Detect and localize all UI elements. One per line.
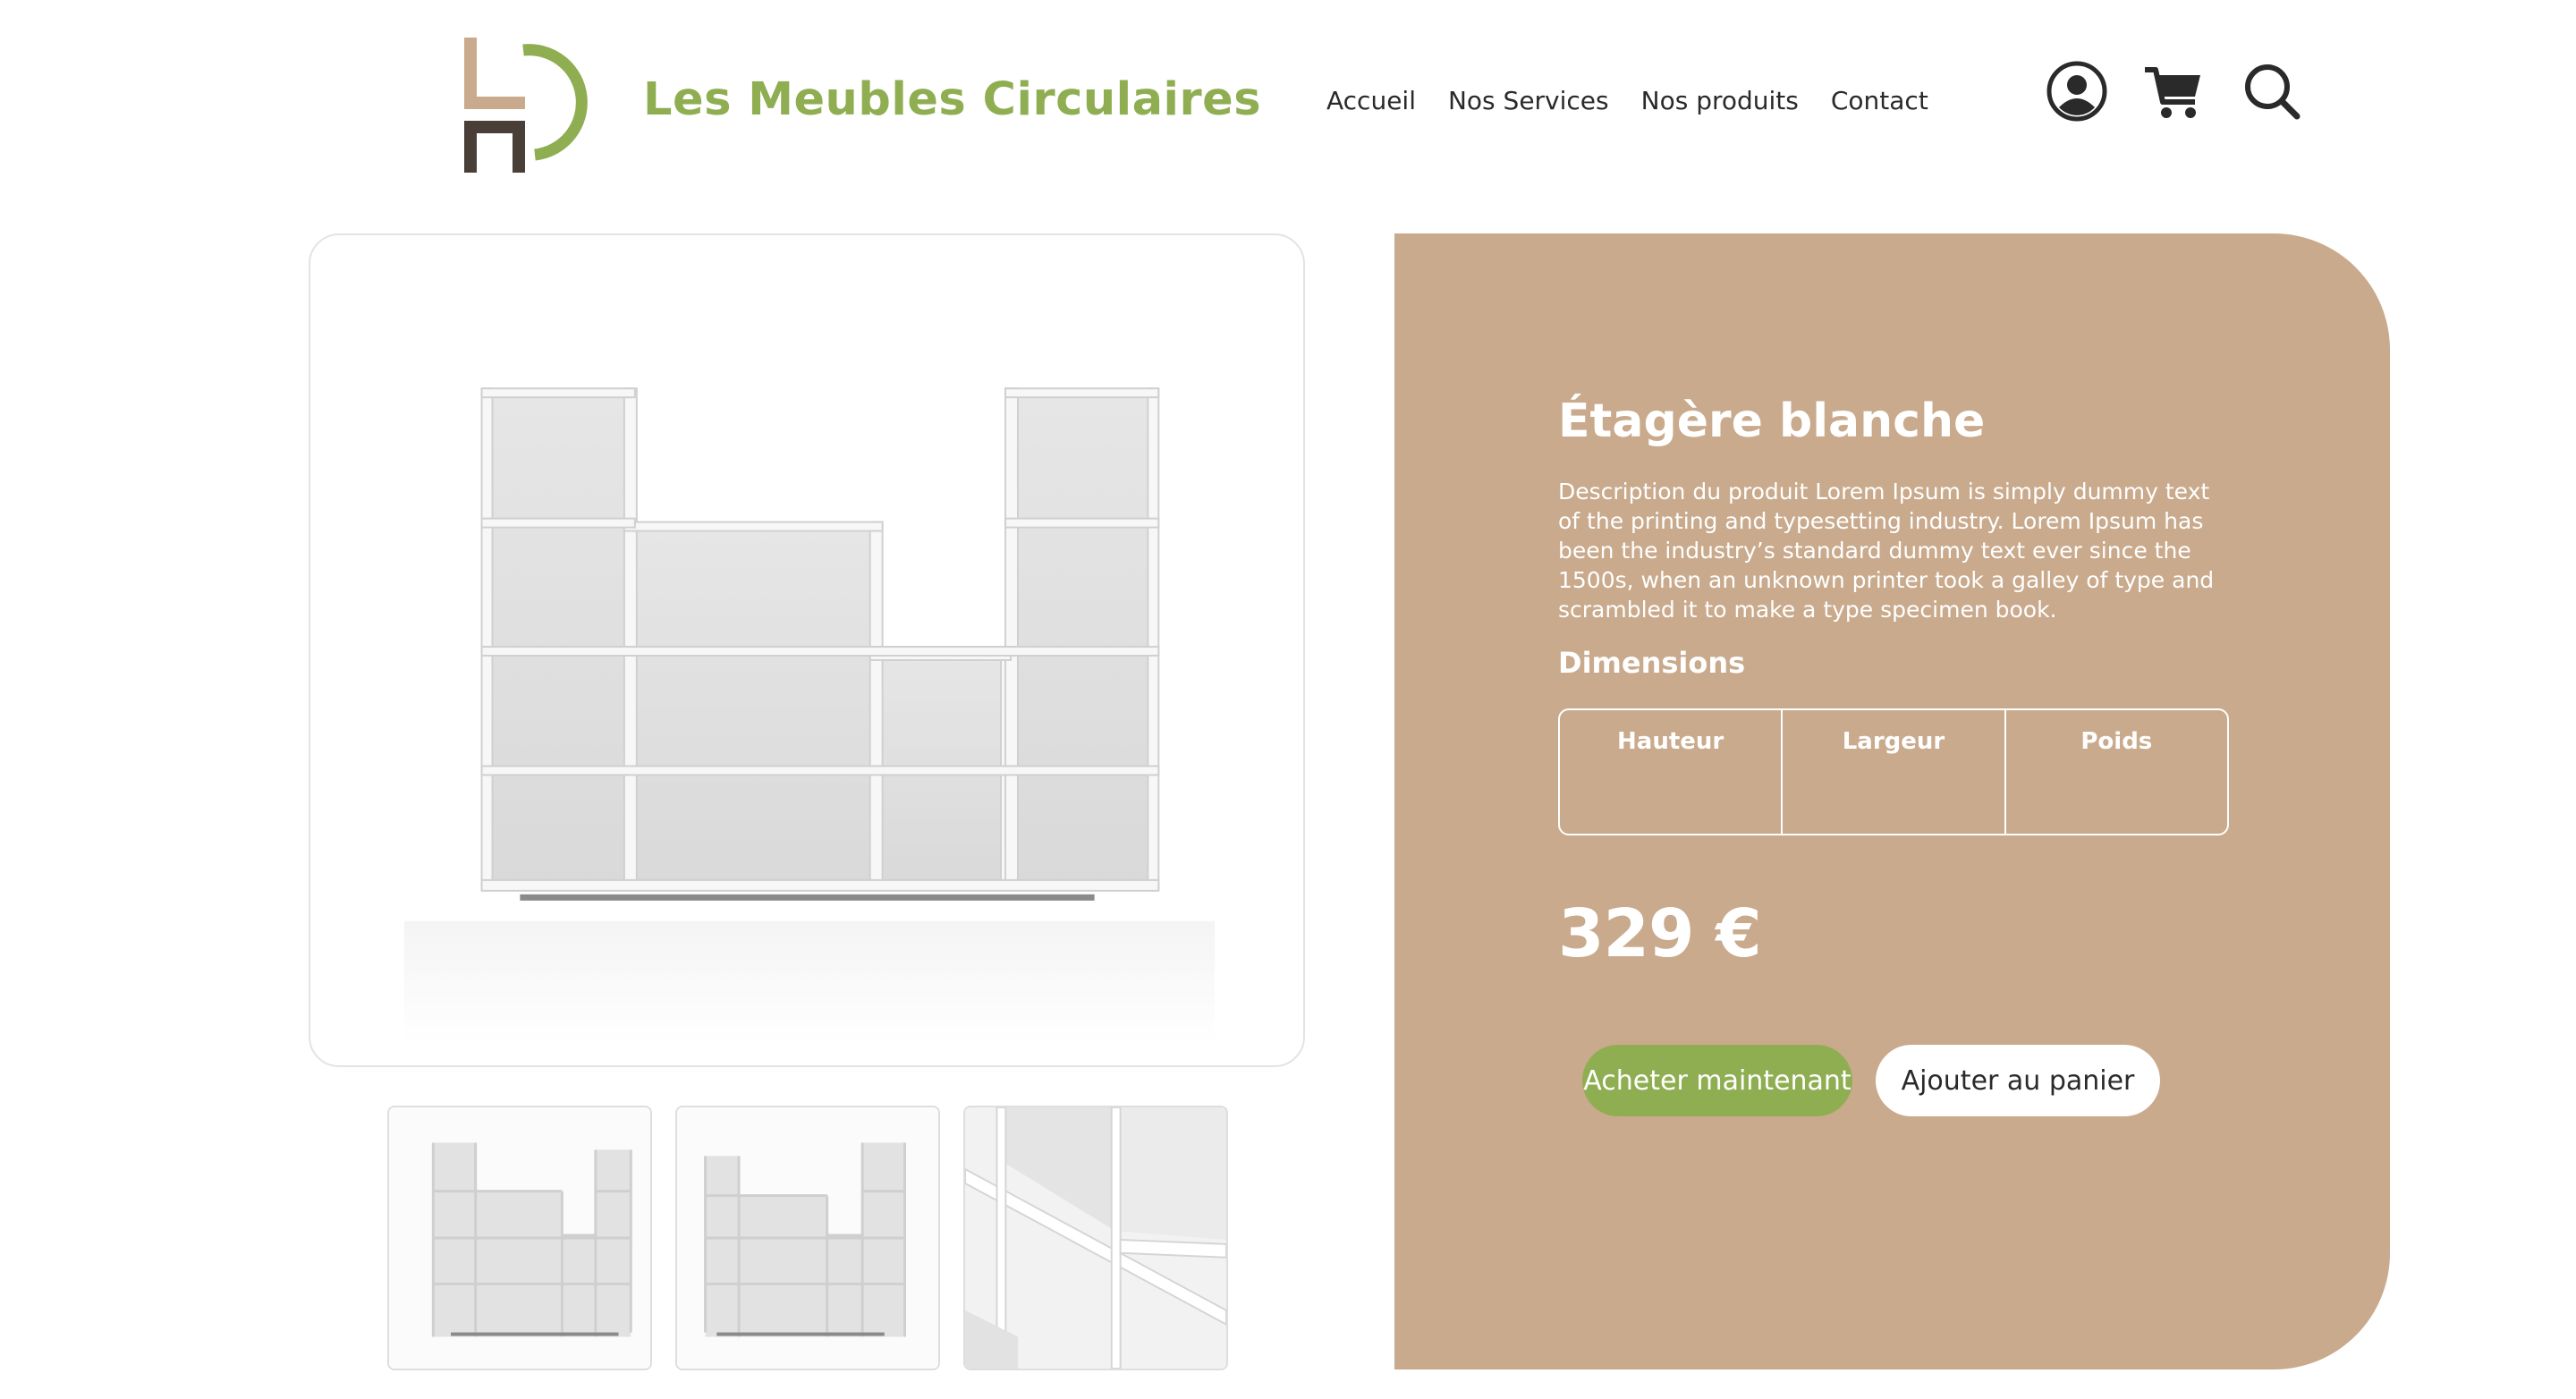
product-title: Étagère blanche (1558, 394, 1986, 448)
thumbnail-3[interactable] (963, 1106, 1228, 1370)
dimensions-table: Hauteur Largeur Poids (1558, 708, 2229, 835)
product-price: 329 € (1558, 895, 1762, 972)
dimensions-heading: Dimensions (1558, 646, 1746, 680)
thumbnail-1[interactable] (387, 1106, 652, 1370)
product-description: Description du produit Lorem Ipsum is si… (1558, 479, 2215, 623)
product-page: Les Meubles Circulaires Accueil Nos Serv… (0, 0, 2576, 1399)
dimension-hauteur: Hauteur (1560, 710, 1784, 834)
chair-logo-icon (464, 38, 588, 173)
product-info-panel: Étagère blanche Description du produit L… (1394, 233, 2390, 1369)
dimension-poids: Poids (2080, 728, 2153, 755)
nav-item-accueil[interactable]: Accueil (1326, 86, 1416, 115)
main-nav: Accueil Nos Services Nos produits Contac… (1326, 86, 1928, 115)
add-to-cart-button[interactable]: Ajouter au panier (1876, 1045, 2160, 1116)
white-shelf-image (403, 387, 1216, 1047)
shelf-thumbnail-image (677, 1107, 938, 1369)
nav-item-contact[interactable]: Contact (1831, 86, 1928, 115)
thumbnail-2[interactable] (675, 1106, 940, 1370)
product-main-image[interactable] (309, 233, 1305, 1067)
shelf-detail-thumbnail-image (965, 1107, 1226, 1369)
user-icon[interactable] (2045, 59, 2109, 123)
thumbnail-gallery (387, 1106, 1228, 1370)
search-icon[interactable] (2240, 59, 2304, 123)
buy-now-button[interactable]: Acheter maintenant (1582, 1045, 1852, 1116)
cart-icon[interactable] (2141, 59, 2206, 123)
nav-item-nos-services[interactable]: Nos Services (1448, 86, 1609, 115)
dimension-largeur: Largeur (1783, 710, 2006, 834)
shelf-thumbnail-image (389, 1107, 650, 1369)
nav-item-nos-produits[interactable]: Nos produits (1641, 86, 1799, 115)
brand-name[interactable]: Les Meubles Circulaires (643, 73, 1261, 126)
brand-logo[interactable] (452, 25, 604, 177)
